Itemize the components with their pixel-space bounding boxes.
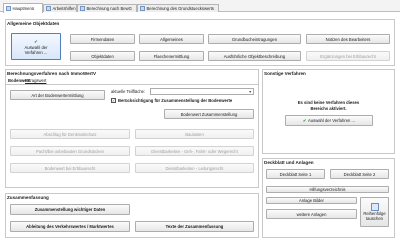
consider-checkbox[interactable]: ✓ [111,98,116,103]
tab-hauptmenue[interactable]: Hauptmenü [3,3,43,13]
baulasten-button[interactable]: Baulasten [135,129,254,139]
tab-icon [140,6,145,11]
other-choose-method-label: Auswahl der Verfahren ... [307,118,356,123]
tab-icon [46,6,51,11]
leitungsrecht-button[interactable]: Dienstbarkeiten - Leitungsrecht [135,163,254,173]
tab-icon [6,6,11,11]
summary-title: Zusammenfassung [7,195,49,200]
cover-page-2-button[interactable]: Deckblatt Seite 2 [330,169,389,179]
swap-order-button[interactable]: Reihenfolge tauschen [360,197,389,227]
choose-method-label: Auswahl der Verfahren ... [24,44,48,55]
tab-label: Berechnung des Grundstueckswerts [146,6,215,11]
allgemeines-button[interactable]: Allgemeines [139,34,204,44]
tab-label: Arbeitshilfen [52,6,76,11]
partial-area-dropdown[interactable]: ▼ [150,88,254,95]
tab-bar: Hauptmenü Arbeitshilfen Berechnung nach … [0,0,400,13]
valuation-title: Berechnungsverfahren nach ImmoWertV [7,71,97,76]
tab-berechnung-grundstueckswert[interactable]: Berechnung des Grundstueckswerts [137,4,219,12]
land-value-summary-button[interactable]: Bodenwert Zusammenstellung [164,109,254,119]
other-choose-method-button[interactable]: ✔ Auswahl der Verfahren ... [285,115,373,126]
wegerecht-button[interactable]: Dienstbarkeiten - Geh-, Fahrt- oder Wege… [135,146,254,156]
denkmalschutz-button[interactable]: Abschlag für Denkmalschutz [10,129,130,139]
tab-label: Berechnung nach BewG [86,6,132,11]
tab-berechnung-bewg[interactable]: Berechnung nach BewG [77,4,137,12]
cover-title: Deckblatt und Anlagen [264,160,314,165]
derive-market-value-button[interactable]: Ableitung des Verkehrswertes / Marktwert… [10,221,130,232]
subtab-divider [6,84,258,85]
summary-texts-button[interactable]: Texte der Zusammenfassung [135,221,254,232]
partial-area-label: aktuelle Teilfläche: [111,89,146,94]
tab-icon [80,6,85,11]
object-description-button[interactable]: Ausführliche Objektbeschreibung [208,51,301,61]
cover-page-1-button[interactable]: Deckblatt Seite 1 [266,169,325,179]
tab-label: Hauptmenü [12,6,35,11]
swap-order-label: Reihenfolge tauschen [363,211,386,221]
other-message-line1: Es sind keine Verfahren dieses [297,100,360,105]
consider-label: Berücksichtigung für Zusammenstellung de… [118,98,233,103]
tab-arbeitshilfen[interactable]: Arbeitshilfen [43,4,77,12]
general-title: Allgemeine Objektdaten [7,21,60,26]
objektdaten-button[interactable]: Objektdaten [70,51,135,61]
other-attachments-button[interactable]: weitere Anlagen [266,209,357,219]
pacht-button[interactable]: Pacht/bei unbebauten Grundstücken [10,146,130,156]
grundbuch-button[interactable]: Grundbucheintragungen [208,34,301,44]
firmendaten-button[interactable]: Firmendaten [70,34,135,44]
notes-button[interactable]: Notizen des Bearbeiters [306,34,390,44]
other-message-line2: Bereichs aktiviert. [310,106,347,111]
other-title: Sonstige Verfahren [264,71,306,76]
land-value-method-button[interactable]: Art der Bodenwertermittlung [10,90,105,100]
reorder-icon [370,203,379,212]
compile-data-button[interactable]: Zusammenstellung wichtiger Daten [10,204,130,215]
flaechenermittlung-button[interactable]: Flaechenermittlung [139,51,204,61]
other-panel [262,69,395,154]
attachment-images-button[interactable]: Anlage Bilder [266,197,357,204]
chevron-down-icon: ▼ [248,90,252,94]
check-icon: ✔ [34,38,38,44]
check-icon: ✔ [302,118,307,123]
erbbaurecht-supplement-button[interactable]: Ergänzungen bei Erbbaurecht [306,51,390,61]
choose-method-button[interactable]: ✔ Auswahl der Verfahren ... [11,33,61,60]
subtab-ertragswert[interactable]: Ertragswert [25,78,46,83]
help-index-button[interactable]: Hilfungsverzeichnis [266,186,389,193]
land-value-erbbaurecht-button[interactable]: Bodenwert bei Erbbaurecht [10,163,130,173]
